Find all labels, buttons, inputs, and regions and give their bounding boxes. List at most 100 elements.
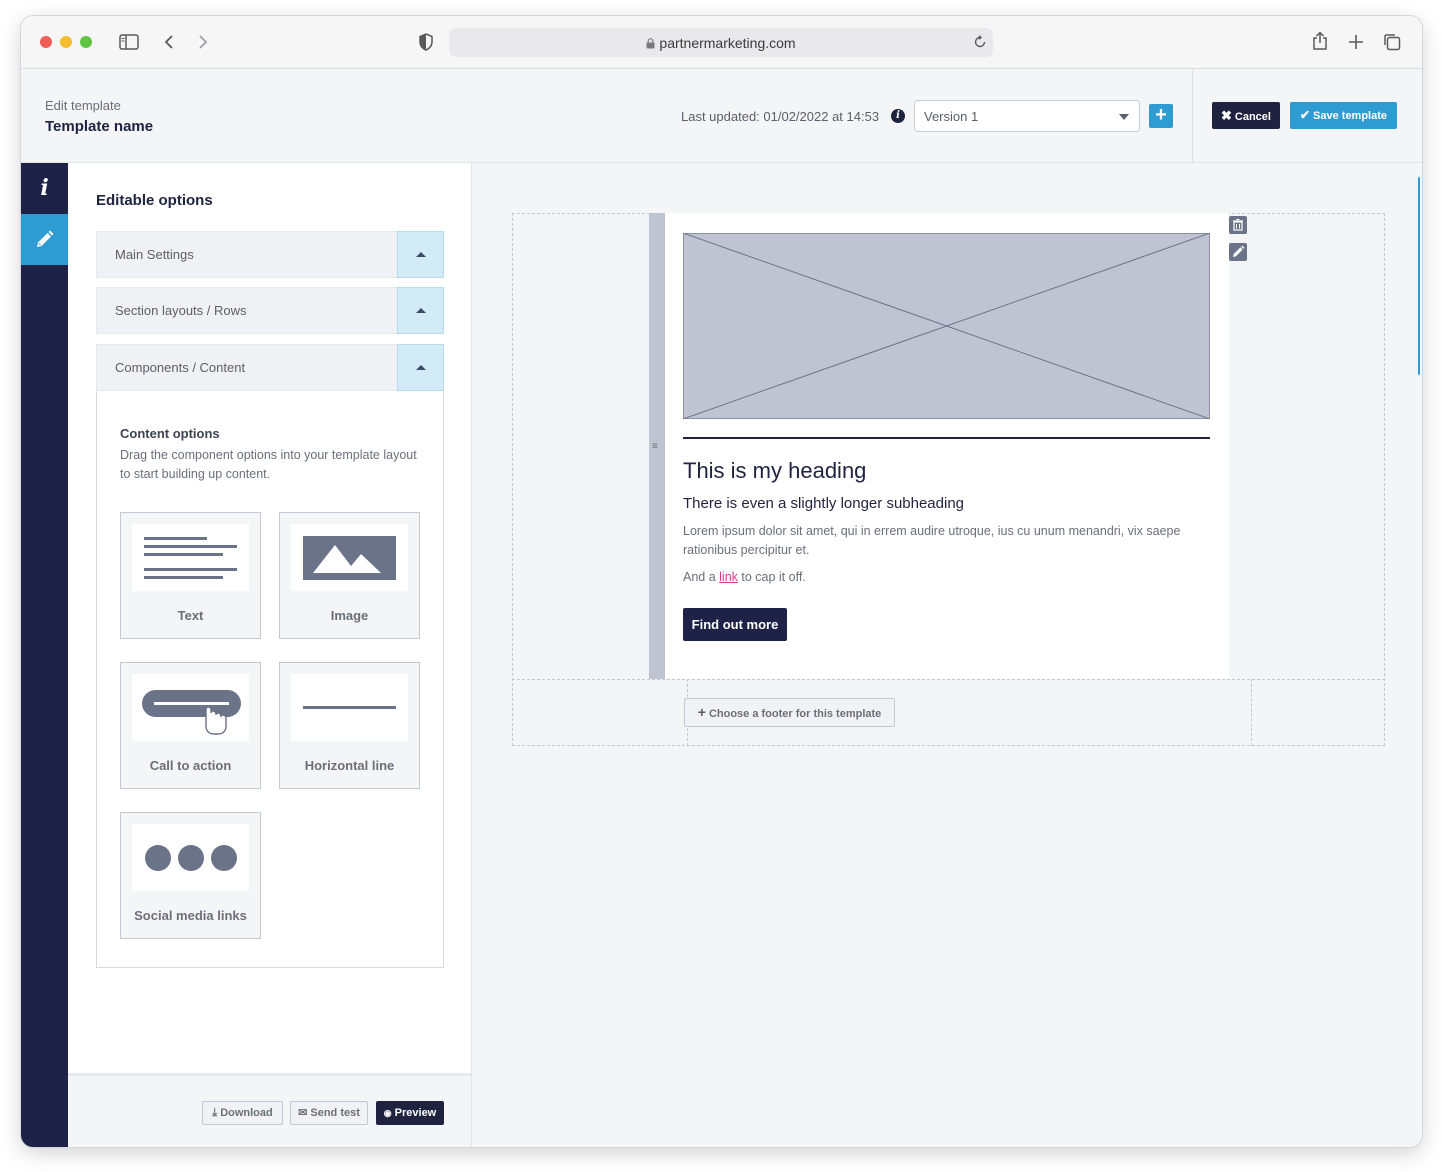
email-link-line: And a link to cap it off. — [683, 570, 806, 584]
new-tab-plus-icon[interactable] — [1348, 34, 1364, 50]
add-version-button[interactable]: + — [1149, 104, 1173, 128]
tab-overview-icon[interactable] — [1383, 33, 1401, 51]
save-template-label: Save template — [1313, 110, 1388, 122]
accordion-label: Main Settings — [115, 247, 194, 262]
accordion-main-settings[interactable]: Main Settings — [96, 231, 444, 278]
pencil-icon — [37, 230, 54, 247]
choose-footer-label: Choose a footer for this template — [708, 708, 882, 720]
info-icon[interactable]: i — [891, 109, 905, 123]
image-placeholder[interactable] — [682, 232, 1211, 420]
row-drag-handle[interactable]: ≡ — [649, 213, 665, 679]
browser-toolbar: partnermarketing.com — [21, 16, 1422, 69]
privacy-shield-icon[interactable] — [418, 33, 434, 51]
trash-icon — [1233, 218, 1243, 231]
template-canvas: ≡ This is my heading There is even a sli… — [473, 163, 1422, 1147]
sidebar-toggle-icon[interactable] — [119, 34, 139, 50]
edit-tab[interactable] — [21, 214, 77, 265]
last-updated-text: Last updated: 01/02/2022 at 14:53 — [681, 109, 880, 124]
row-divider — [512, 679, 1385, 680]
accordion-components-content[interactable]: Components / Content — [96, 344, 444, 391]
preview-button[interactable]: ◉ Preview — [376, 1101, 444, 1125]
version-select[interactable]: Version 1 — [914, 100, 1140, 132]
tile-label: Image — [330, 608, 369, 623]
preview-label: Preview — [394, 1107, 437, 1119]
social-dots-icon — [145, 845, 237, 871]
component-tile-image[interactable]: Image — [279, 512, 420, 639]
tile-label: Call to action — [149, 758, 232, 773]
header-divider — [1192, 70, 1193, 163]
component-tile-social-media[interactable]: Social media links — [120, 812, 261, 939]
choose-footer-button[interactable]: + Choose a footer for this template — [684, 698, 895, 727]
chevron-up-icon[interactable] — [397, 231, 444, 278]
pencil-icon — [1233, 245, 1245, 257]
browser-window: partnermarketing.com Edit template Templ… — [21, 16, 1422, 1147]
editor-header: Edit template Template name Last updated… — [21, 70, 1422, 163]
grip-icon: ≡ — [652, 441, 658, 452]
address-bar[interactable]: partnermarketing.com — [449, 28, 993, 57]
reload-icon[interactable] — [973, 35, 987, 49]
forward-arrow-icon[interactable] — [197, 34, 209, 50]
tile-label: Social media links — [134, 908, 247, 923]
component-tile-call-to-action[interactable]: Call to action — [120, 662, 261, 789]
placeholder-cross-icon — [682, 232, 1211, 420]
download-label: Download — [220, 1107, 273, 1119]
panel-title: Editable options — [96, 192, 213, 209]
email-body-text: Lorem ipsum dolor sit amet, qui in errem… — [683, 524, 1181, 557]
accordion-section-layouts[interactable]: Section layouts / Rows — [96, 287, 444, 334]
plus-icon: + — [697, 704, 706, 720]
content-options-title: Content options — [120, 426, 220, 441]
cancel-button-label: Cancel — [1234, 111, 1271, 123]
editable-options-panel: Editable options Main Settings Section l… — [68, 163, 472, 1147]
edit-block-button[interactable] — [1229, 243, 1247, 261]
save-template-button[interactable]: ✔ Save template — [1290, 102, 1397, 129]
share-icon[interactable] — [1312, 31, 1328, 51]
email-heading: This is my heading — [683, 458, 867, 483]
button-cursor-icon — [142, 690, 241, 735]
zoom-window-button[interactable] — [80, 36, 92, 48]
check-icon: ✔ — [1299, 108, 1311, 122]
panel-footer: ⤓ Download ✉ Send test ◉ Preview — [68, 1073, 471, 1147]
image-mountains-icon — [303, 536, 396, 580]
close-window-button[interactable] — [40, 36, 52, 48]
column-divider-right — [1251, 679, 1252, 746]
chevron-down-icon — [1119, 114, 1129, 120]
plus-icon: + — [1155, 104, 1167, 126]
chevron-up-icon[interactable] — [397, 287, 444, 334]
content-options-box: Content options Drag the component optio… — [96, 391, 444, 968]
email-content-block[interactable]: This is my heading There is even a sligh… — [665, 213, 1229, 679]
chevron-up-icon[interactable] — [397, 344, 444, 391]
left-rail: i — [21, 163, 77, 1147]
horizontal-line-icon — [303, 706, 396, 709]
download-icon: ⤓ — [212, 1107, 218, 1119]
accordion-label: Components / Content — [115, 360, 246, 375]
tile-label: Horizontal line — [304, 758, 395, 773]
cancel-button[interactable]: ✖ Cancel — [1212, 102, 1280, 129]
delete-block-button[interactable] — [1229, 216, 1247, 234]
canvas-scrollbar[interactable] — [1418, 177, 1420, 375]
email-subheading: There is even a slightly longer subheadi… — [683, 495, 965, 512]
minimize-window-button[interactable] — [60, 36, 72, 48]
find-out-more-button[interactable]: Find out more — [683, 608, 787, 641]
envelope-icon: ✉ — [298, 1107, 308, 1119]
info-tab[interactable]: i — [21, 163, 68, 214]
tile-label: Text — [177, 608, 204, 623]
back-arrow-icon[interactable] — [163, 34, 175, 50]
download-button[interactable]: ⤓ Download — [202, 1101, 283, 1125]
url-text: partnermarketing.com — [659, 35, 796, 51]
component-tile-horizontal-line[interactable]: Horizontal line — [279, 662, 420, 789]
email-horizontal-rule — [683, 437, 1210, 439]
lock-icon — [646, 38, 655, 49]
version-select-value: Version 1 — [924, 109, 979, 124]
component-tile-text[interactable]: Text — [120, 512, 261, 639]
breadcrumb-edit-template: Edit template — [45, 98, 121, 113]
info-i-icon: i — [40, 175, 49, 201]
accordion-label: Section layouts / Rows — [115, 303, 247, 318]
template-name-title: Template name — [45, 118, 154, 135]
send-test-button[interactable]: ✉ Send test — [290, 1101, 368, 1125]
send-test-label: Send test — [310, 1107, 360, 1119]
eye-icon: ◉ — [383, 1108, 392, 1118]
email-link[interactable]: link — [719, 570, 738, 584]
close-x-icon: ✖ — [1221, 108, 1232, 123]
text-lines-icon — [144, 537, 237, 579]
content-options-description: Drag the component options into your tem… — [120, 448, 417, 481]
